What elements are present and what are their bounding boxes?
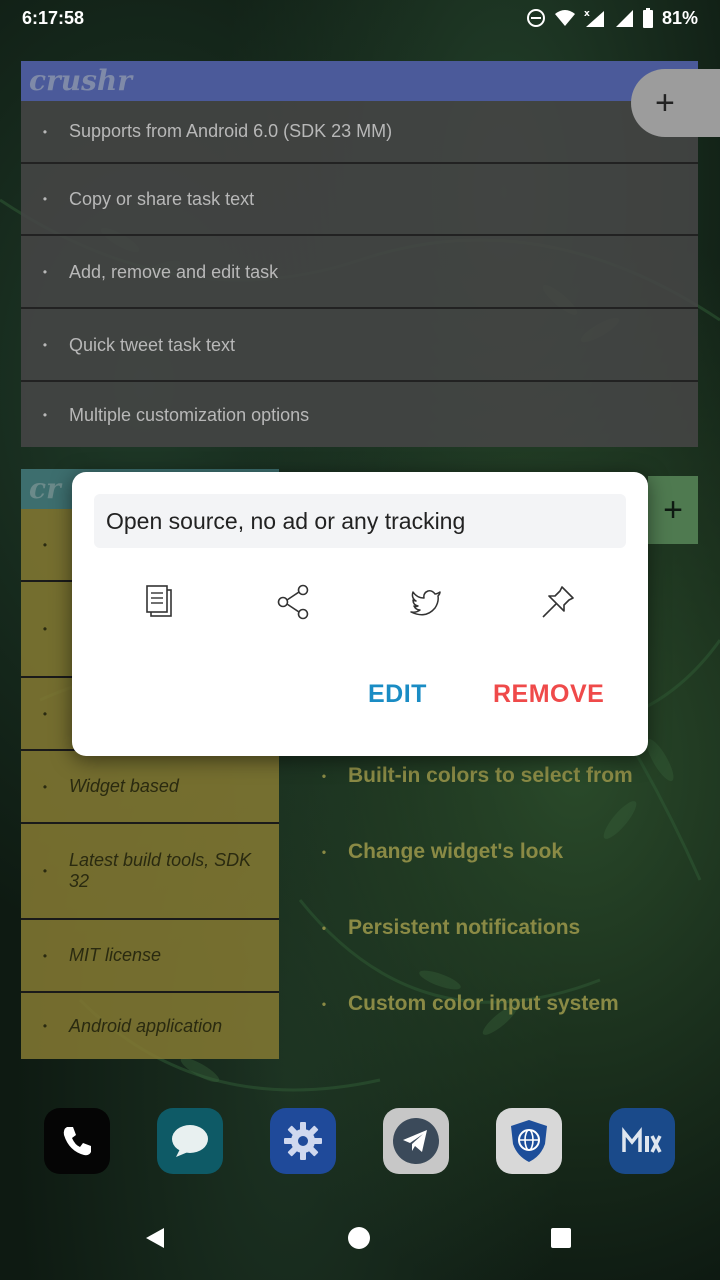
twitter-icon[interactable] bbox=[406, 582, 446, 622]
bullet: • bbox=[321, 845, 327, 859]
task-text-display: Open source, no ad or any tracking bbox=[94, 494, 626, 548]
task-item[interactable]: • Add, remove and edit task bbox=[21, 237, 698, 309]
bullet: • bbox=[42, 265, 48, 279]
task-text: Custom color input system bbox=[348, 992, 619, 1015]
wifi-icon bbox=[554, 10, 575, 26]
bullet: • bbox=[42, 948, 48, 963]
task-item[interactable]: • Supports from Android 6.0 (SDK 23 MM) bbox=[21, 101, 698, 164]
task-text: Quick tweet task text bbox=[69, 334, 236, 355]
navigation-bar bbox=[0, 1208, 720, 1268]
task-item[interactable]: • Custom color input system bbox=[300, 986, 619, 1022]
task-text: Multiple customization options bbox=[69, 404, 310, 425]
mix-icon[interactable] bbox=[609, 1108, 675, 1174]
bullet: • bbox=[42, 408, 48, 422]
signal-icon bbox=[615, 10, 633, 27]
recents-icon[interactable] bbox=[551, 1228, 571, 1248]
pin-icon[interactable] bbox=[538, 582, 578, 622]
task-item[interactable]: • Change widget's look bbox=[300, 834, 563, 870]
task-text: Change widget's look bbox=[348, 840, 564, 863]
bullet: • bbox=[42, 124, 48, 139]
bullet: • bbox=[321, 769, 327, 783]
edit-button[interactable]: EDIT bbox=[368, 680, 427, 709]
home-icon[interactable] bbox=[347, 1226, 371, 1250]
task-text: Add, remove and edit task bbox=[69, 261, 279, 282]
task-item[interactable]: • Latest build tools, SDK 32 bbox=[21, 824, 279, 920]
bullet: • bbox=[42, 864, 48, 878]
task-item[interactable]: • Persistent notifications bbox=[300, 910, 580, 946]
widget-crushr-gray: crushr • Supports from Android 6.0 (SDK … bbox=[21, 61, 698, 447]
widget-title: crushr bbox=[21, 61, 698, 101]
task-text: Widget based bbox=[69, 776, 179, 796]
task-item[interactable]: • MIT license bbox=[21, 920, 279, 993]
add-task-button[interactable]: + bbox=[648, 476, 698, 544]
remove-button[interactable]: REMOVE bbox=[493, 680, 604, 709]
settings-icon[interactable] bbox=[270, 1108, 336, 1174]
bullet: • bbox=[42, 1019, 48, 1033]
browser-shield-icon[interactable] bbox=[496, 1108, 562, 1174]
task-item[interactable]: • Copy or share task text bbox=[21, 164, 698, 236]
task-item[interactable]: • Quick tweet task text bbox=[21, 310, 698, 382]
task-text: Copy or share task text bbox=[69, 188, 255, 209]
task-text: MIT license bbox=[69, 945, 162, 965]
signal-x-icon: x bbox=[584, 9, 604, 27]
status-icons: x 81% bbox=[526, 8, 698, 29]
bullet: • bbox=[42, 779, 48, 794]
copy-icon[interactable] bbox=[140, 582, 180, 622]
bullet: • bbox=[321, 997, 327, 1011]
bullet: • bbox=[42, 338, 48, 352]
battery-percent: 81% bbox=[661, 7, 698, 28]
bullet: • bbox=[321, 921, 327, 935]
task-text: Built-in colors to select from bbox=[348, 764, 633, 787]
task-item[interactable]: • Android application bbox=[21, 993, 279, 1059]
task-text: Latest build tools, SDK 32 bbox=[69, 850, 252, 891]
back-icon[interactable] bbox=[144, 1226, 166, 1250]
share-icon[interactable] bbox=[273, 582, 313, 622]
bullet: • bbox=[42, 192, 48, 206]
task-item[interactable]: • Built-in colors to select from bbox=[300, 758, 633, 794]
svg-text:x: x bbox=[584, 9, 590, 19]
battery-icon bbox=[642, 8, 653, 28]
task-action-dialog: Open source, no ad or any tracking EDIT bbox=[72, 472, 648, 756]
telegram-icon[interactable] bbox=[383, 1108, 449, 1174]
bullet: • bbox=[42, 622, 48, 636]
add-task-button[interactable]: + bbox=[631, 69, 720, 137]
task-text: Supports from Android 6.0 (SDK 23 MM) bbox=[69, 121, 393, 141]
bullet: • bbox=[42, 537, 48, 552]
phone-icon[interactable] bbox=[44, 1108, 110, 1174]
task-text: Android application bbox=[69, 1015, 223, 1036]
task-item[interactable]: • Multiple customization options bbox=[21, 383, 698, 447]
messages-icon[interactable] bbox=[157, 1108, 223, 1174]
task-text: Persistent notifications bbox=[348, 916, 581, 939]
dnd-icon bbox=[526, 9, 545, 27]
status-time: 6:17:58 bbox=[22, 7, 85, 28]
status-bar: 6:17:58 x 81% bbox=[0, 0, 720, 36]
task-item[interactable]: • Widget based bbox=[21, 751, 279, 824]
bullet: • bbox=[42, 706, 48, 721]
